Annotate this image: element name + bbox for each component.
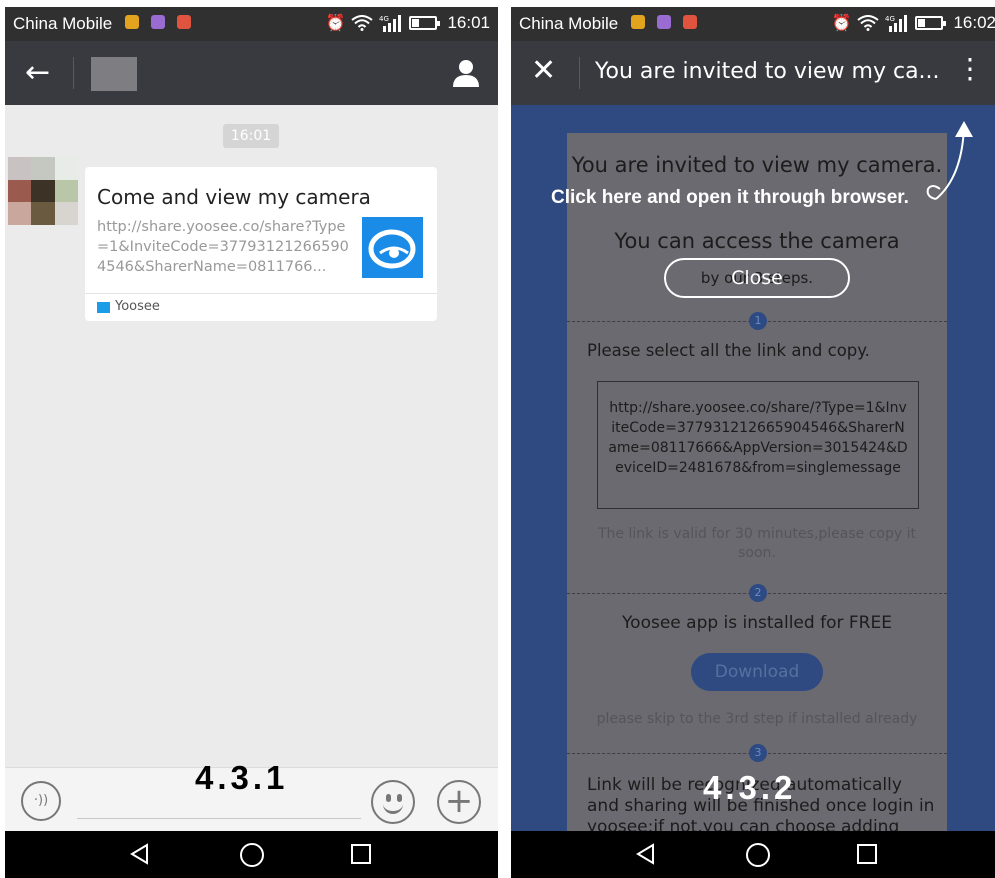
more-vert-icon[interactable]: ⋮: [956, 55, 984, 83]
yoosee-app-icon: [362, 217, 423, 278]
nav-recents-icon[interactable]: [351, 844, 371, 864]
step-2-text: Yoosee app is installed for FREE: [622, 613, 892, 633]
step-1-text: Please select all the link and copy.: [587, 341, 870, 360]
battery-icon: [915, 16, 947, 30]
message-timestamp: 16:01: [223, 124, 279, 148]
shared-link-card[interactable]: Come and view my camera http://share.yoo…: [85, 167, 437, 321]
network-type: 4G: [885, 15, 895, 23]
sender-avatar[interactable]: [8, 157, 78, 225]
nav-recents-icon[interactable]: [857, 844, 877, 864]
card-footer: Yoosee: [85, 293, 437, 321]
network-type: 4G: [379, 15, 389, 23]
webview-app-bar: ✕ You are invited to view my ca... ⋮: [511, 41, 995, 105]
step-2-badge: 2: [749, 584, 767, 602]
step-label: 4.3.2: [703, 769, 797, 806]
close-icon[interactable]: ✕: [531, 53, 556, 88]
notification-icon: [125, 15, 139, 29]
share-link-box[interactable]: http://share.yoosee.co/share/?Type=1&Inv…: [597, 381, 919, 509]
nav-home-icon[interactable]: [240, 843, 264, 867]
link-valid-note: The link is valid for 30 minutes,please …: [598, 526, 916, 561]
card-url: http://share.yoosee.co/share?Type=1&Invi…: [97, 219, 349, 275]
chat-screen: China Mobile ⏰ 4G 16:01 ← 16:01 Come and…: [5, 7, 498, 878]
voice-icon[interactable]: ·)): [21, 781, 61, 821]
pointer-arrow-icon: [926, 121, 973, 200]
system-nav-bar: [511, 831, 995, 878]
download-button[interactable]: Download: [691, 653, 823, 691]
emoji-icon[interactable]: [371, 780, 415, 824]
signal-icon: 4G: [885, 15, 908, 32]
notification-icon: [683, 15, 697, 29]
invite-heading: You are invited to view my camera.: [571, 153, 943, 177]
notification-icon: [631, 15, 645, 29]
carrier-name: China Mobile: [13, 14, 113, 33]
signal-icon: 4G: [379, 15, 402, 32]
chat-title-avatar: [91, 57, 137, 91]
alarm-icon: ⏰: [831, 15, 852, 32]
carrier-name: China Mobile: [519, 14, 619, 33]
notification-icon: [151, 15, 165, 29]
person-icon[interactable]: [452, 59, 480, 87]
status-bar: China Mobile ⏰ 4G 16:01: [5, 7, 498, 41]
notification-icon: [657, 15, 671, 29]
page-title: You are invited to view my ca...: [595, 59, 940, 84]
step-1-badge: 1: [749, 312, 767, 330]
step-label: 4.3.1: [195, 759, 289, 796]
overlay-close-button[interactable]: Close: [664, 258, 850, 298]
alarm-icon: ⏰: [325, 15, 346, 32]
plus-icon[interactable]: +: [437, 780, 481, 824]
webview-screen: China Mobile ⏰ 4G 16:02 ✕ You are invite…: [511, 7, 995, 878]
yoosee-logo-icon: [97, 302, 110, 313]
step-3-badge: 3: [749, 744, 767, 762]
skip-note: please skip to the 3rd step if installed…: [596, 711, 918, 727]
invite-page: You are invited to view my camera. You c…: [567, 133, 947, 853]
notification-icon: [177, 15, 191, 29]
card-title: Come and view my camera: [97, 185, 371, 209]
divider: [579, 57, 580, 89]
back-arrow-icon[interactable]: ←: [25, 55, 50, 90]
nav-back-icon[interactable]: [635, 843, 655, 865]
status-time: 16:02: [953, 13, 995, 32]
divider: [73, 57, 74, 89]
nav-home-icon[interactable]: [746, 843, 770, 867]
wifi-icon: [351, 15, 374, 31]
card-source: Yoosee: [115, 299, 160, 314]
status-bar: China Mobile ⏰ 4G 16:02: [511, 7, 995, 41]
wifi-icon: [857, 15, 880, 31]
system-nav-bar: [5, 831, 498, 878]
nav-back-icon[interactable]: [129, 843, 149, 865]
message-input[interactable]: [77, 818, 361, 819]
invite-subheading: You can access the camera: [614, 229, 900, 253]
status-time: 16:01: [447, 13, 490, 32]
battery-icon: [409, 16, 441, 30]
chat-app-bar: ←: [5, 41, 498, 105]
open-in-browser-hint: Click here and open it through browser.: [551, 187, 909, 208]
